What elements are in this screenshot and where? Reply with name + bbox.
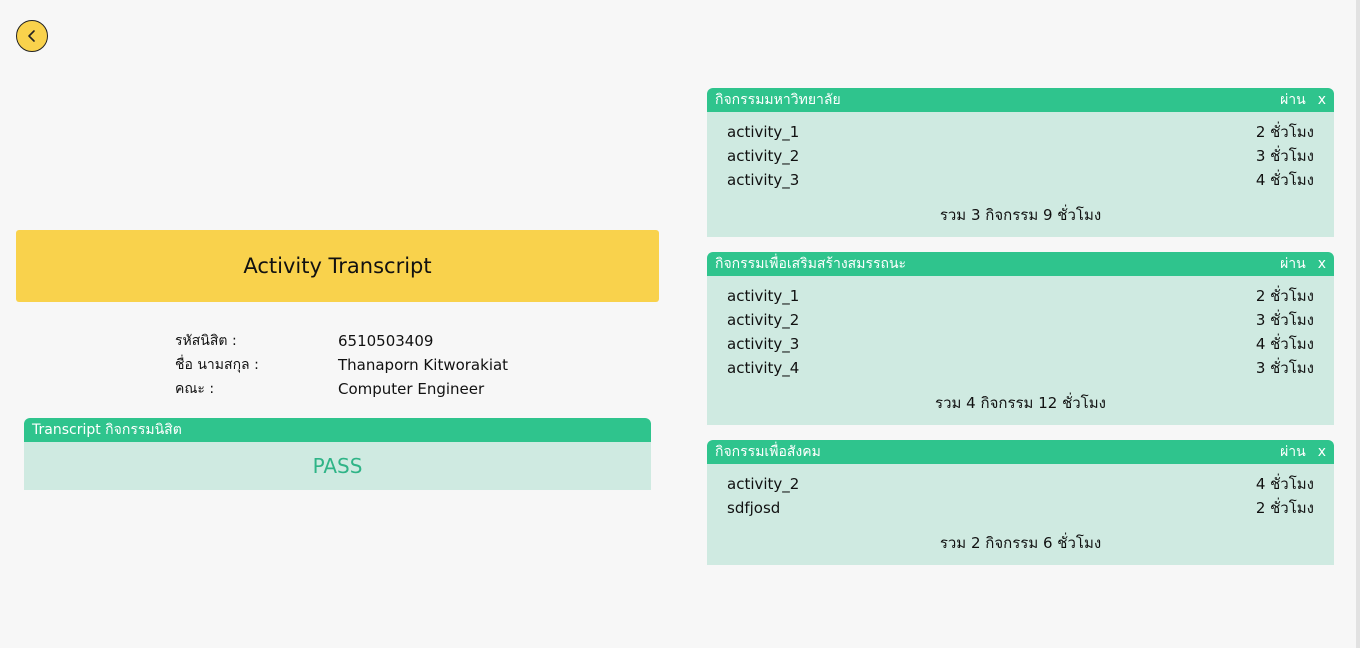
category-status: ผ่าน (1280, 256, 1306, 272)
activity-hours: 3 ชั่วโมง (1255, 147, 1314, 165)
category-status: ผ่าน (1280, 444, 1306, 460)
activity-category-card: กิจกรรมเพื่อสังคม ผ่าน x activity_2 4 ชั… (707, 440, 1334, 565)
category-body: activity_1 2 ชั่วโมง activity_2 3 ชั่วโม… (707, 276, 1334, 425)
scrollbar[interactable] (1356, 0, 1360, 648)
student-info: รหัสนิสิต : 6510503409 ชื่อ นามสกุล : Th… (175, 329, 508, 401)
activity-row: activity_3 4 ชั่วโมง (727, 332, 1314, 356)
transcript-status-result: PASS (24, 442, 651, 490)
activity-row: activity_1 2 ชั่วโมง (727, 120, 1314, 144)
student-id-value: 6510503409 (338, 332, 434, 350)
category-summary: รวม 4 กิจกรรม 12 ชั่วโมง (935, 394, 1106, 412)
activity-hours: 4 ชั่วโมง (1255, 475, 1314, 493)
category-header: กิจกรรมเพื่อสังคม ผ่าน x (707, 440, 1334, 464)
activity-name: sdfjosd (727, 499, 781, 517)
activity-row: activity_2 4 ชั่วโมง (727, 472, 1314, 496)
student-name-label: ชื่อ นามสกุล : (175, 357, 259, 373)
student-id-row: รหัสนิสิต : 6510503409 (175, 329, 508, 353)
transcript-status-card: Transcript กิจกรรมนิสิต PASS (24, 418, 651, 490)
activity-name: activity_3 (727, 335, 800, 353)
activity-name: activity_2 (727, 475, 800, 493)
activity-name: activity_3 (727, 171, 800, 189)
close-icon[interactable]: x (1318, 92, 1326, 108)
activity-name: activity_1 (727, 123, 800, 141)
category-body: activity_1 2 ชั่วโมง activity_2 3 ชั่วโม… (707, 112, 1334, 237)
category-title: กิจกรรมมหาวิทยาลัย (715, 92, 841, 108)
activity-name: activity_2 (727, 311, 800, 329)
activity-hours: 3 ชั่วโมง (1255, 359, 1314, 377)
activity-category-card: กิจกรรมเพื่อเสริมสร้างสมรรถนะ ผ่าน x act… (707, 252, 1334, 425)
activity-hours: 2 ชั่วโมง (1255, 499, 1314, 517)
student-faculty-value: Computer Engineer (338, 380, 485, 398)
activity-category-card: กิจกรรมมหาวิทยาลัย ผ่าน x activity_1 2 ช… (707, 88, 1334, 237)
activity-row: activity_4 3 ชั่วโมง (727, 356, 1314, 380)
activity-hours: 4 ชั่วโมง (1255, 171, 1314, 189)
page-title: Activity Transcript (16, 230, 659, 302)
chevron-left-icon (28, 30, 35, 42)
activity-name: activity_1 (727, 287, 800, 305)
category-title: กิจกรรมเพื่อเสริมสร้างสมรรถนะ (715, 256, 907, 272)
student-name-value: Thanaporn Kitworakiat (338, 356, 509, 374)
activity-row: activity_2 3 ชั่วโมง (727, 144, 1314, 168)
back-button[interactable] (16, 20, 48, 52)
transcript-status-header: Transcript กิจกรรมนิสิต (24, 418, 651, 442)
category-title: กิจกรรมเพื่อสังคม (715, 444, 821, 460)
category-summary: รวม 3 กิจกรรม 9 ชั่วโมง (939, 206, 1102, 224)
activity-row: activity_3 4 ชั่วโมง (727, 168, 1314, 192)
activity-hours: 2 ชั่วโมง (1255, 123, 1314, 141)
category-summary: รวม 2 กิจกรรม 6 ชั่วโมง (939, 534, 1102, 552)
category-header: กิจกรรมเพื่อเสริมสร้างสมรรถนะ ผ่าน x (707, 252, 1334, 276)
close-icon[interactable]: x (1318, 256, 1326, 272)
activity-name: activity_4 (727, 359, 800, 377)
activity-hours: 2 ชั่วโมง (1255, 287, 1314, 305)
student-faculty-row: คณะ : Computer Engineer (175, 377, 508, 401)
activity-hours: 3 ชั่วโมง (1255, 311, 1314, 329)
student-id-label: รหัสนิสิต : (175, 333, 237, 349)
student-faculty-label: คณะ : (175, 381, 215, 397)
close-icon[interactable]: x (1318, 444, 1326, 460)
activity-row: activity_2 3 ชั่วโมง (727, 308, 1314, 332)
activity-hours: 4 ชั่วโมง (1255, 335, 1314, 353)
category-header: กิจกรรมมหาวิทยาลัย ผ่าน x (707, 88, 1334, 112)
activity-row: sdfjosd 2 ชั่วโมง (727, 496, 1314, 520)
activity-row: activity_1 2 ชั่วโมง (727, 284, 1314, 308)
category-body: activity_2 4 ชั่วโมง sdfjosd 2 ชั่วโมง ร… (707, 464, 1334, 565)
category-status: ผ่าน (1280, 92, 1306, 108)
student-name-row: ชื่อ นามสกุล : Thanaporn Kitworakiat (175, 353, 508, 377)
activity-name: activity_2 (727, 147, 800, 165)
